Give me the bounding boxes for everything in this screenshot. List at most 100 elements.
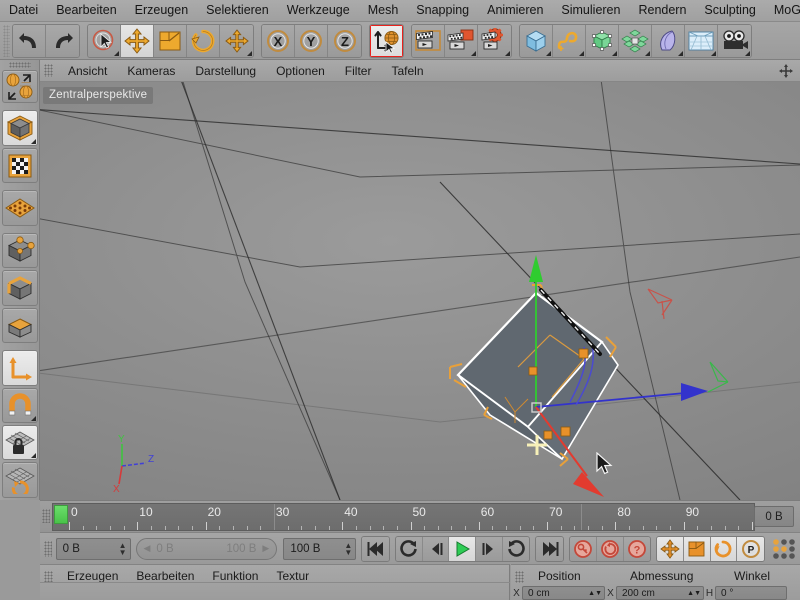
viewport-menu-tafeln[interactable]: Tafeln — [381, 62, 433, 80]
play-button[interactable] — [449, 536, 477, 561]
render-picture-viewer-button[interactable] — [445, 24, 478, 57]
lock-y-icon: Y — [300, 29, 322, 52]
viewport-menu-grip[interactable] — [44, 64, 53, 77]
viewport-menubar: Ansicht Kameras Darstellung Optionen Fil… — [40, 60, 800, 82]
toolbar-grip[interactable] — [3, 24, 10, 57]
scale-icon — [159, 31, 181, 50]
lock-workplane-button[interactable] — [1, 424, 38, 461]
coordinates-header-position: Position — [538, 569, 581, 583]
coord-field-x-size[interactable]: 200 cm ▲▼ — [616, 586, 704, 600]
move-alt-button[interactable] — [220, 24, 253, 57]
menu-selektieren[interactable]: Selektieren — [197, 1, 278, 20]
viewport-menu-filter[interactable]: Filter — [335, 62, 382, 80]
redo-button[interactable] — [46, 24, 79, 57]
step-forward-button[interactable] — [476, 536, 503, 561]
preview-range-field[interactable]: ◀ 0 B 100 B ▶ — [135, 537, 278, 560]
record-position-button[interactable] — [657, 536, 684, 561]
left-palette-grip[interactable] — [8, 62, 31, 68]
timeline-playhead[interactable] — [54, 505, 68, 524]
camera-button[interactable] — [718, 24, 751, 57]
workplane-tool-button[interactable] — [1, 462, 38, 498]
menu-snapping[interactable]: Snapping — [407, 1, 478, 20]
flyout-corner — [30, 138, 36, 144]
viewport-menu-kameras[interactable]: Kameras — [117, 62, 185, 80]
point-edit-mode-button[interactable] — [1, 232, 38, 269]
model-mode-button[interactable] — [1, 110, 38, 146]
coord-field-x-position[interactable]: 0 cm ▲▼ — [522, 586, 605, 600]
object-axis-tools-button[interactable] — [1, 69, 38, 104]
bend-deformer-button[interactable] — [652, 24, 685, 57]
document-end-field[interactable]: 100 B ▲ ▼ — [283, 537, 357, 560]
world-object-coordinates-button[interactable] — [370, 24, 403, 57]
viewport-menu-ansicht[interactable]: Ansicht — [58, 62, 117, 80]
timeline-end-field[interactable]: 0 B — [754, 506, 794, 527]
record-rotation-button[interactable] — [710, 536, 738, 561]
autokeying-button[interactable] — [596, 536, 624, 561]
spinner-arrows[interactable]: ▲▼ — [119, 541, 127, 556]
spinner-arrows[interactable]: ▲▼ — [344, 541, 352, 556]
polygon-mode-button[interactable] — [1, 307, 38, 344]
viewport-menu-darstellung[interactable]: Darstellung — [185, 62, 266, 80]
record-scale-button[interactable] — [683, 536, 711, 561]
range-right-arrow[interactable]: ▶ — [262, 543, 269, 554]
coordinates-panel-grip[interactable] — [515, 571, 524, 583]
viewport-menu-optionen[interactable]: Optionen — [266, 62, 335, 80]
rotate-tool-button[interactable] — [187, 24, 220, 57]
menu-datei[interactable]: Datei — [0, 1, 47, 20]
undo-button[interactable] — [13, 24, 46, 57]
transport-group-start — [361, 535, 390, 562]
playbar-grip[interactable] — [44, 540, 52, 557]
polygon-mode-icon — [7, 318, 32, 339]
viewport-3d[interactable]: Zentralperspektive Y Z X — [40, 82, 800, 500]
array-modeling-button[interactable] — [619, 24, 652, 57]
flyout-corner — [30, 453, 36, 459]
go-to-end-icon — [542, 541, 559, 556]
render-settings-button[interactable] — [478, 24, 511, 57]
timeline-grip[interactable] — [42, 509, 50, 523]
step-back-button[interactable] — [422, 536, 450, 561]
axis-x-button[interactable]: X — [262, 24, 295, 57]
current-time-field[interactable]: 0 B ▲ ▼ — [55, 537, 131, 560]
menu-animieren[interactable]: Animieren — [478, 1, 552, 20]
edge-mode-button[interactable] — [1, 270, 38, 306]
menu-bearbeiten[interactable]: Bearbeiten — [47, 1, 125, 20]
environment-floor-button[interactable] — [685, 24, 718, 57]
coord-label-h-angle: H — [705, 587, 714, 599]
magnet-tool-button[interactable] — [1, 387, 38, 423]
render-view-button[interactable] — [412, 24, 445, 57]
axis-z-button[interactable]: Z — [328, 24, 361, 57]
position-key-icon — [660, 538, 680, 559]
keyframe-selection-button[interactable]: ? — [623, 536, 651, 561]
viewport-arrange-icon[interactable] — [778, 63, 794, 79]
level-of-detail-group[interactable] — [770, 537, 800, 561]
spinner-arrows[interactable]: ▲▼ — [687, 590, 701, 597]
spinner-arrows[interactable]: ▲▼ — [588, 590, 602, 597]
texture-mode-button[interactable] — [1, 147, 38, 184]
record-pla-button[interactable]: P — [737, 536, 764, 561]
menu-mesh[interactable]: Mesh — [359, 1, 408, 20]
spline-button[interactable] — [553, 24, 586, 57]
move-tool-button[interactable] — [121, 24, 154, 57]
record-active-objects-button[interactable] — [570, 536, 597, 561]
enable-axis-mode-button[interactable] — [1, 350, 38, 386]
previous-keyframe-button[interactable] — [396, 536, 423, 561]
menu-werkzeuge[interactable]: Werkzeuge — [278, 1, 359, 20]
scale-tool-button[interactable] — [154, 24, 187, 57]
primitive-cube-button[interactable] — [520, 24, 553, 57]
go-to-end-button[interactable] — [536, 536, 564, 561]
axis-y-button[interactable]: Y — [295, 24, 328, 57]
menu-sculpting[interactable]: Sculpting — [695, 1, 764, 20]
menu-erzeugen[interactable]: Erzeugen — [126, 1, 198, 20]
timeline-track[interactable]: 0102030405060708090100 — [52, 503, 755, 531]
range-left-arrow[interactable]: ◀ — [144, 543, 151, 554]
menu-rendern[interactable]: Rendern — [629, 1, 695, 20]
menu-mograph[interactable]: MoGraph — [765, 1, 800, 20]
nurbs-generator-button[interactable] — [586, 24, 619, 57]
coord-field-h-angle[interactable]: 0 ° — [715, 586, 787, 600]
points-mode-button[interactable] — [1, 190, 38, 226]
live-selection-button[interactable] — [88, 24, 121, 57]
next-keyframe-button[interactable] — [502, 536, 530, 561]
go-to-start-button[interactable] — [362, 536, 389, 561]
toolbar-group-axis-locks: X Y Z — [261, 23, 362, 58]
menu-simulieren[interactable]: Simulieren — [552, 1, 629, 20]
